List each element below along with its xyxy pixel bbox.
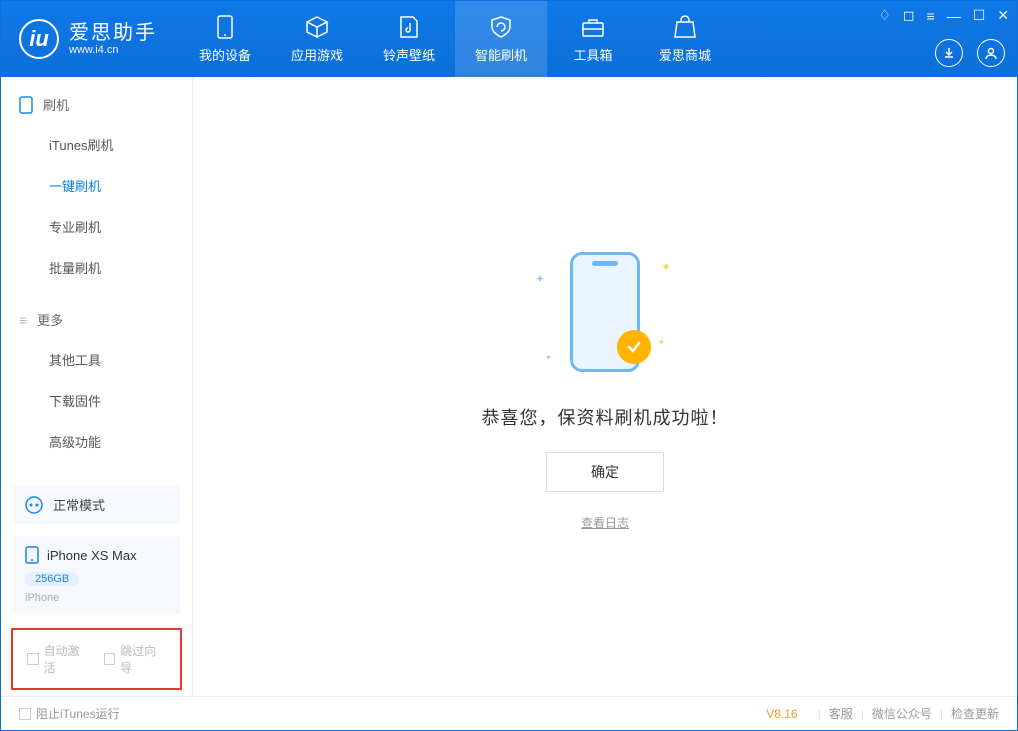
success-illustration: ✦ ✦ ✦ ✦: [515, 242, 695, 382]
statusbar: 阻止iTunes运行 V8.16 | 客服 | 微信公众号 | 检查更新: [1, 696, 1017, 730]
cube-icon: [305, 15, 329, 39]
device-name-label: iPhone XS Max: [47, 548, 137, 563]
nav-toolbox[interactable]: 工具箱: [547, 1, 639, 77]
auto-activate-checkbox[interactable]: 自动激活: [27, 642, 90, 676]
nav-ringtones[interactable]: 铃声壁纸: [363, 1, 455, 77]
wechat-link[interactable]: 微信公众号: [872, 705, 932, 722]
window-controls: ♢ ◻ ≡ — ☐ ✕: [878, 7, 1009, 24]
mode-label: 正常模式: [53, 495, 105, 514]
sidebar-section-flash: 刷机 iTunes刷机 一键刷机 专业刷机 批量刷机: [1, 77, 192, 292]
chk-label: 跳过向导: [120, 642, 166, 676]
success-message: 恭喜您，保资料刷机成功啦！: [482, 404, 729, 430]
spark-icon: ✦: [535, 272, 545, 286]
app-window: iu 爱思助手 www.i4.cn 我的设备 应用游戏 铃声壁纸 智能刷机: [0, 0, 1018, 731]
close-icon[interactable]: ✕: [997, 7, 1009, 24]
refresh-shield-icon: [489, 15, 513, 39]
spark-icon: ✦: [657, 337, 665, 348]
nav-apps[interactable]: 应用游戏: [271, 1, 363, 77]
nav-label: 智能刷机: [475, 45, 527, 64]
nav-label: 我的设备: [199, 45, 251, 64]
check-badge-icon: [617, 330, 651, 364]
body: 刷机 iTunes刷机 一键刷机 专业刷机 批量刷机 ≡ 更多 其他工具 下载固…: [1, 77, 1017, 696]
nav-my-device[interactable]: 我的设备: [179, 1, 271, 77]
block-itunes-checkbox[interactable]: 阻止iTunes运行: [19, 705, 120, 722]
spark-icon: ✦: [545, 353, 552, 362]
menu-icon[interactable]: ≡: [927, 8, 935, 24]
sidebar-section-more: ≡ 更多 其他工具 下载固件 高级功能: [1, 292, 192, 466]
nav-label: 爱思商城: [659, 45, 711, 64]
sidebar-header-more: ≡ 更多: [1, 310, 192, 339]
logo: iu 爱思助手 www.i4.cn: [1, 1, 179, 77]
nav-store[interactable]: 爱思商城: [639, 1, 731, 77]
user-button[interactable]: [977, 39, 1005, 67]
header-actions: [935, 39, 1005, 67]
sidebar-item-batch[interactable]: 批量刷机: [1, 247, 192, 288]
skip-guide-checkbox[interactable]: 跳过向导: [104, 642, 167, 676]
music-file-icon: [397, 15, 421, 39]
version-label: V8.16: [766, 707, 797, 721]
sidebar: 刷机 iTunes刷机 一键刷机 专业刷机 批量刷机 ≡ 更多 其他工具 下载固…: [1, 77, 193, 696]
ok-button[interactable]: 确定: [546, 452, 664, 492]
nav-flash[interactable]: 智能刷机: [455, 1, 547, 77]
logo-icon: iu: [19, 19, 59, 59]
download-button[interactable]: [935, 39, 963, 67]
shirt-icon[interactable]: ♢: [878, 7, 891, 24]
phone-icon: [213, 15, 237, 39]
nav-label: 铃声壁纸: [383, 45, 435, 64]
bag-icon: [673, 15, 697, 39]
check-update-link[interactable]: 检查更新: [951, 705, 999, 722]
sidebar-item-itunes[interactable]: iTunes刷机: [1, 124, 192, 165]
sidebar-title: 刷机: [43, 95, 69, 114]
nav-label: 应用游戏: [291, 45, 343, 64]
sidebar-title: 更多: [37, 310, 63, 329]
logo-text: 爱思助手 www.i4.cn: [69, 22, 157, 56]
app-name: 爱思助手: [69, 22, 157, 44]
top-nav: 我的设备 应用游戏 铃声壁纸 智能刷机 工具箱 爱思商城: [179, 1, 731, 77]
sidebar-item-advanced[interactable]: 高级功能: [1, 421, 192, 462]
phone-small-icon: [25, 546, 39, 564]
storage-badge: 256GB: [25, 572, 79, 586]
mode-indicator[interactable]: 正常模式: [13, 485, 180, 524]
minimize-icon[interactable]: —: [947, 8, 961, 24]
sidebar-header-flash: 刷机: [1, 95, 192, 124]
device-icon: [19, 96, 33, 114]
sidebar-item-firmware[interactable]: 下载固件: [1, 380, 192, 421]
titlebar: iu 爱思助手 www.i4.cn 我的设备 应用游戏 铃声壁纸 智能刷机: [1, 1, 1017, 77]
view-log-link[interactable]: 查看日志: [581, 514, 629, 531]
sidebar-item-pro[interactable]: 专业刷机: [1, 206, 192, 247]
list-icon: ≡: [19, 312, 27, 328]
highlighted-options: 自动激活 跳过向导: [11, 628, 182, 690]
feedback-icon[interactable]: ◻: [903, 7, 915, 24]
spark-icon: ✦: [661, 260, 671, 274]
device-type: iPhone: [25, 592, 59, 604]
sync-icon: [25, 496, 43, 514]
sidebar-item-tools[interactable]: 其他工具: [1, 339, 192, 380]
app-url: www.i4.cn: [69, 44, 157, 56]
main-content: ✦ ✦ ✦ ✦ 恭喜您，保资料刷机成功啦！ 确定 查看日志: [193, 77, 1017, 696]
support-link[interactable]: 客服: [829, 705, 853, 722]
toolbox-icon: [581, 15, 605, 39]
sidebar-item-oneclick[interactable]: 一键刷机: [1, 165, 192, 206]
chk-label: 阻止iTunes运行: [36, 705, 120, 722]
device-panel[interactable]: iPhone XS Max 256GB iPhone: [13, 536, 180, 614]
chk-label: 自动激活: [44, 642, 90, 676]
maximize-icon[interactable]: ☐: [973, 7, 986, 24]
nav-label: 工具箱: [573, 45, 612, 64]
